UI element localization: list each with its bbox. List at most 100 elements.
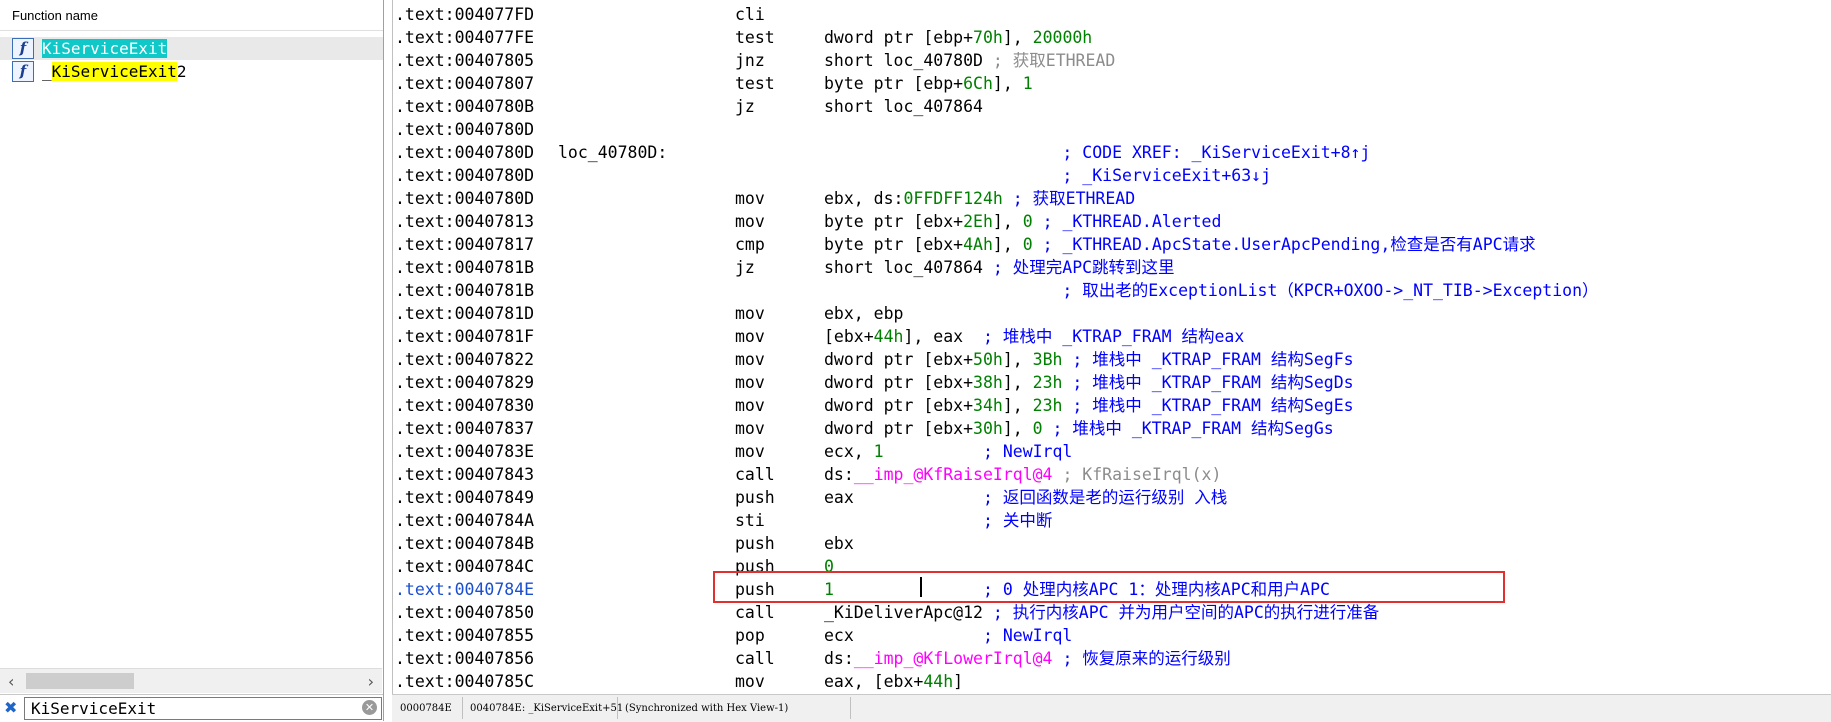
import-reference: __imp_@KfLowerIrql@4 [853, 649, 1053, 668]
instruction-operands: ebx [824, 534, 854, 553]
instruction-operands: eax, [ebx+44h] [824, 672, 964, 691]
line-address: .text:00407807 [395, 74, 535, 93]
status-separator [850, 697, 851, 719]
instruction-operands: short loc_40780D ; 获取ETHREAD [824, 51, 1116, 70]
code-label[interactable]: loc_40780D: [558, 141, 667, 164]
line-address: .text:0040781F [395, 327, 535, 346]
comment: ; 获取ETHREAD [992, 51, 1116, 70]
instruction-operands: ebx, ds:0FFDFF124h ; 获取ETHREAD [824, 189, 1136, 208]
comment: ; 堆栈中 _KTRAP_FRAM 结构SegEs [1072, 396, 1354, 415]
line-address: .text:0040780D [395, 189, 535, 208]
line-address: .text:004077FD [395, 5, 535, 24]
instruction-mnemonic: mov [735, 396, 765, 415]
instruction-operands: ecx ; NewIrql [824, 626, 1073, 645]
instruction-mnemonic: call [735, 465, 775, 484]
instruction-mnemonic: jz [735, 97, 755, 116]
text-cursor [920, 577, 922, 597]
instruction-mnemonic: mov [735, 189, 765, 208]
instruction-mnemonic: push [735, 534, 775, 553]
line-address: .text:0040781D [395, 304, 535, 323]
line-address: .text:00407805 [395, 51, 535, 70]
line-address: .text:00407837 [395, 419, 535, 438]
function-icon: f [12, 38, 34, 59]
instruction-operands: ; _KiServiceExit+63↓j [824, 164, 1271, 187]
highlight-box [713, 571, 1505, 603]
instruction-operands: ; 取出老的ExceptionList（KPCR+OXOO->_NT_TIB->… [824, 279, 1599, 302]
comment: ; 处理完APC跳转到这里 [992, 258, 1175, 277]
instruction-mnemonic: test [735, 74, 775, 93]
functions-panel: Function name f KiServiceExit f _KiServiceE… [0, 0, 384, 722]
instruction-operands: dword ptr [ebx+50h], 3Bh ; 堆栈中 _KTRAP_FR… [824, 350, 1354, 369]
instruction-mnemonic: mov [735, 419, 765, 438]
instruction-mnemonic: cli [735, 5, 765, 24]
function-filter-value: KiServiceExit [31, 699, 157, 718]
instruction-mnemonic: mov [735, 350, 765, 369]
clear-filter-icon[interactable]: ✕ [362, 700, 377, 715]
comment: ; _KTHREAD.ApcState.UserApcPending,检查是否有… [1042, 235, 1536, 254]
instruction-mnemonic: mov [735, 373, 765, 392]
status-bar: 0000784E 0040784E: _KiServiceExit+51 (Sy… [392, 694, 1831, 722]
functions-header[interactable]: Function name [0, 0, 383, 31]
line-address: .text:00407829 [395, 373, 535, 392]
function-list-item[interactable]: f _KiServiceExit2 [0, 60, 383, 83]
instruction-operands: short loc_407864 ; 处理完APC跳转到这里 [824, 258, 1175, 277]
instruction-mnemonic: mov [735, 442, 765, 461]
function-list-item[interactable]: f KiServiceExit [0, 37, 383, 60]
line-address: .text:0040784C [395, 557, 535, 576]
instruction-mnemonic: call [735, 603, 775, 622]
function-icon: f [12, 61, 34, 82]
line-address: .text:0040780D [395, 166, 535, 185]
instruction-operands: ecx, 1 ; NewIrql [824, 442, 1073, 461]
status-location: 0040784E: _KiServiceExit+51 [470, 703, 624, 714]
comment: ; 堆栈中 _KTRAP_FRAM 结构SegDs [1072, 373, 1354, 392]
function-name-column-header[interactable]: Function name [12, 8, 98, 23]
comment: ; _KiServiceExit+63↓j [1062, 166, 1272, 185]
line-address: .text:0040784B [395, 534, 535, 553]
instruction-operands: ebx, ebp [824, 304, 904, 323]
instruction-operands: ; CODE XREF: _KiServiceExit+8↑j [824, 141, 1370, 164]
comment: ; 取出老的ExceptionList（KPCR+OXOO->_NT_TIB->… [1062, 281, 1599, 300]
line-address: .text:0040781B [395, 281, 535, 300]
line-address: .text:00407813 [395, 212, 535, 231]
line-address: .text:00407849 [395, 488, 535, 507]
instruction-mnemonic: push [735, 488, 775, 507]
instruction-operands: [ebx+44h], eax ; 堆栈中 _KTRAP_FRAM 结构eax [824, 327, 1245, 346]
close-filter-icon[interactable]: ✖ [4, 698, 17, 717]
comment: ; 执行内核APC 并为用户空间的APC的执行进行准备 [992, 603, 1380, 622]
instruction-mnemonic: pop [735, 626, 765, 645]
instruction-operands: dword ptr [ebx+34h], 23h ; 堆栈中 _KTRAP_FR… [824, 396, 1354, 415]
function-filter-input[interactable]: KiServiceExit ✕ [24, 697, 382, 720]
status-offset: 0000784E [400, 703, 452, 714]
line-address: .text:0040780D [395, 120, 535, 139]
instruction-mnemonic: call [735, 649, 775, 668]
instruction-mnemonic: mov [735, 212, 765, 231]
instruction-mnemonic: jz [735, 258, 755, 277]
line-address: .text:00407817 [395, 235, 535, 254]
comment: ; NewIrql [982, 442, 1073, 461]
comment: ; _KTHREAD.Alerted [1042, 212, 1222, 231]
instruction-operands: _KiDeliverApc@12 ; 执行内核APC 并为用户空间的APC的执行… [824, 603, 1380, 622]
import-reference: __imp_@KfRaiseIrql@4 [853, 465, 1053, 484]
scrollbar-thumb[interactable] [26, 673, 134, 689]
instruction-operands: short loc_407864 [824, 97, 983, 116]
line-address: .text:0040783E [395, 442, 535, 461]
horizontal-scrollbar[interactable]: ‹ › [0, 668, 382, 693]
line-address: .text:00407830 [395, 396, 535, 415]
comment: ; 堆栈中 _KTRAP_FRAM 结构SegGs [1052, 419, 1334, 438]
instruction-operands: eax ; 返回函数是老的运行级别 入栈 [824, 488, 1228, 507]
comment: ; 堆栈中 _KTRAP_FRAM 结构eax [982, 327, 1245, 346]
line-address: .text:0040781B [395, 258, 535, 277]
line-address: .text:00407822 [395, 350, 535, 369]
instruction-mnemonic: mov [735, 672, 765, 691]
function-name: KiServiceExit [42, 39, 168, 58]
scroll-right-arrow-icon[interactable]: › [368, 672, 374, 691]
comment: ; 返回函数是老的运行级别 入栈 [982, 488, 1228, 507]
instruction-operands: dword ptr [ebx+30h], 0 ; 堆栈中 _KTRAP_FRAM… [824, 419, 1334, 438]
line-address: .text:0040780D [395, 143, 535, 162]
line-address: .text:00407850 [395, 603, 535, 622]
line-address: .text:0040780B [395, 97, 535, 116]
scroll-left-arrow-icon[interactable]: ‹ [8, 672, 14, 691]
instruction-operands: ; 关中断 [824, 509, 1052, 532]
line-address: .text:0040784A [395, 511, 535, 530]
line-address: .text:004077FE [395, 28, 535, 47]
